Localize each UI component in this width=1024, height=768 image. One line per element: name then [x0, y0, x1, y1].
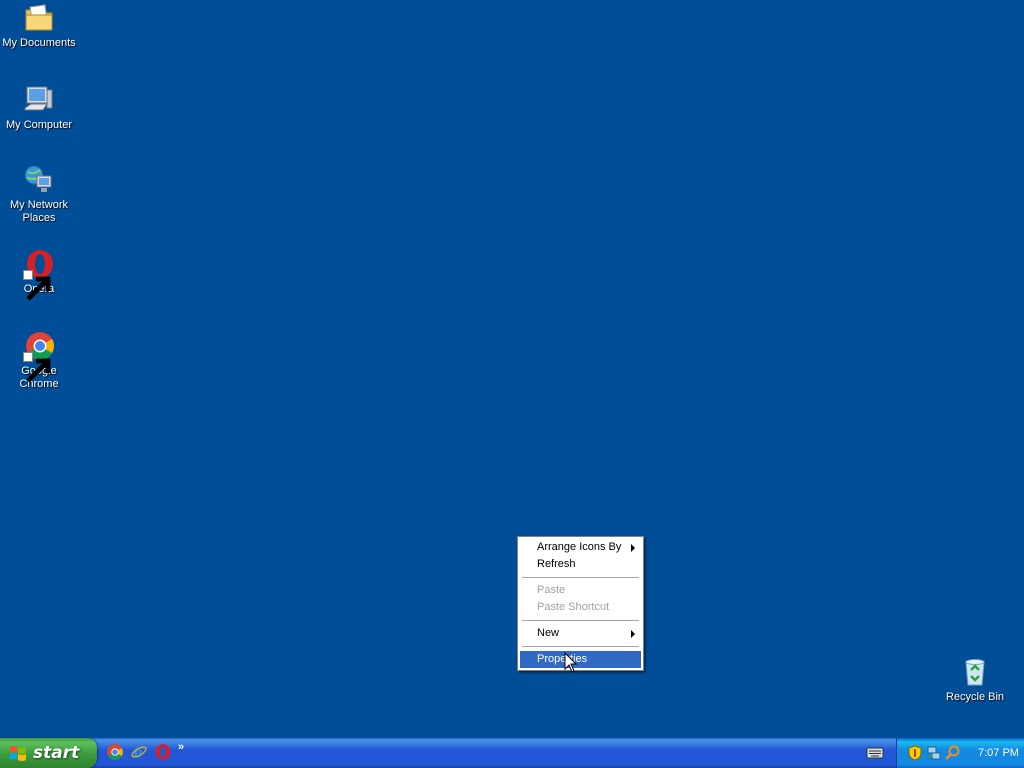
- menu-item-label: Arrange Icons By: [537, 541, 622, 553]
- menu-separator: [522, 620, 639, 621]
- desktop-icon-google-chrome[interactable]: Google Chrome: [0, 330, 78, 391]
- search-icon[interactable]: [945, 745, 961, 761]
- submenu-arrow-icon: [631, 630, 635, 638]
- shortcut-arrow-icon: [23, 352, 51, 383]
- menu-item-new[interactable]: New: [520, 625, 641, 642]
- keyboard-icon[interactable]: [866, 745, 884, 761]
- recycle-bin-icon: [959, 656, 991, 688]
- menu-item-refresh[interactable]: Refresh: [520, 556, 641, 573]
- desktop-icon-label: My Documents: [2, 37, 76, 49]
- menu-item-label: Paste Shortcut: [537, 601, 610, 613]
- desktop-icon-opera[interactable]: Opera: [0, 248, 78, 301]
- quicklaunch-more-button[interactable]: »: [178, 741, 184, 753]
- quicklaunch-opera-button[interactable]: [154, 743, 174, 763]
- menu-item-label: Refresh: [537, 558, 576, 570]
- desktop-icon-label: My Computer: [5, 119, 73, 131]
- menu-item-paste[interactable]: Paste: [520, 582, 641, 599]
- desktop-icon-label: Recycle Bin: [945, 691, 1005, 703]
- network-icon[interactable]: [926, 745, 942, 761]
- quicklaunch-chrome-button[interactable]: [106, 743, 126, 763]
- quick-launch: e »: [106, 738, 184, 768]
- menu-item-label: Paste: [537, 584, 566, 596]
- folder-documents-icon: [23, 2, 55, 34]
- desktop-icon-my-computer[interactable]: My Computer: [0, 84, 78, 132]
- menu-separator: [522, 577, 639, 578]
- menu-item-properties[interactable]: Properties: [520, 651, 641, 668]
- shortcut-arrow-icon: [23, 270, 51, 301]
- desktop-icon-my-network-places[interactable]: My Network Places: [0, 164, 78, 225]
- network-places-icon: [23, 164, 55, 196]
- opera-icon: [155, 744, 171, 760]
- menu-item-arrange-icons-by[interactable]: Arrange Icons By: [520, 539, 641, 556]
- clock[interactable]: 7:07 PM: [978, 747, 1019, 759]
- menu-item-label: New: [537, 627, 560, 639]
- chrome-icon: [23, 330, 55, 383]
- menu-item-paste-shortcut[interactable]: Paste Shortcut: [520, 599, 641, 616]
- desktop-icon-label: My Network Places: [9, 199, 69, 224]
- start-button[interactable]: start: [0, 738, 97, 768]
- desktop-icon-my-documents[interactable]: My Documents: [0, 2, 78, 50]
- mouse-cursor-icon: [564, 652, 578, 673]
- chrome-icon: [107, 744, 123, 760]
- security-shield-icon[interactable]: [907, 745, 923, 761]
- desktop-icon-recycle-bin[interactable]: Recycle Bin: [936, 656, 1014, 704]
- menu-separator: [522, 646, 639, 647]
- quicklaunch-ie-button[interactable]: e: [130, 743, 150, 763]
- internet-explorer-icon: e: [131, 745, 147, 762]
- system-tray: 7:07 PM: [896, 738, 1024, 768]
- desktop-context-menu: Arrange Icons By Refresh Paste Paste Sho…: [517, 536, 644, 671]
- submenu-arrow-icon: [631, 544, 635, 552]
- menu-item-label: Properties: [537, 653, 588, 665]
- windows-flag-icon: [10, 746, 26, 761]
- opera-icon: [23, 248, 55, 301]
- computer-icon: [23, 84, 55, 116]
- start-label: start: [33, 743, 80, 763]
- taskbar: start e » 7:07 PM: [0, 738, 1024, 768]
